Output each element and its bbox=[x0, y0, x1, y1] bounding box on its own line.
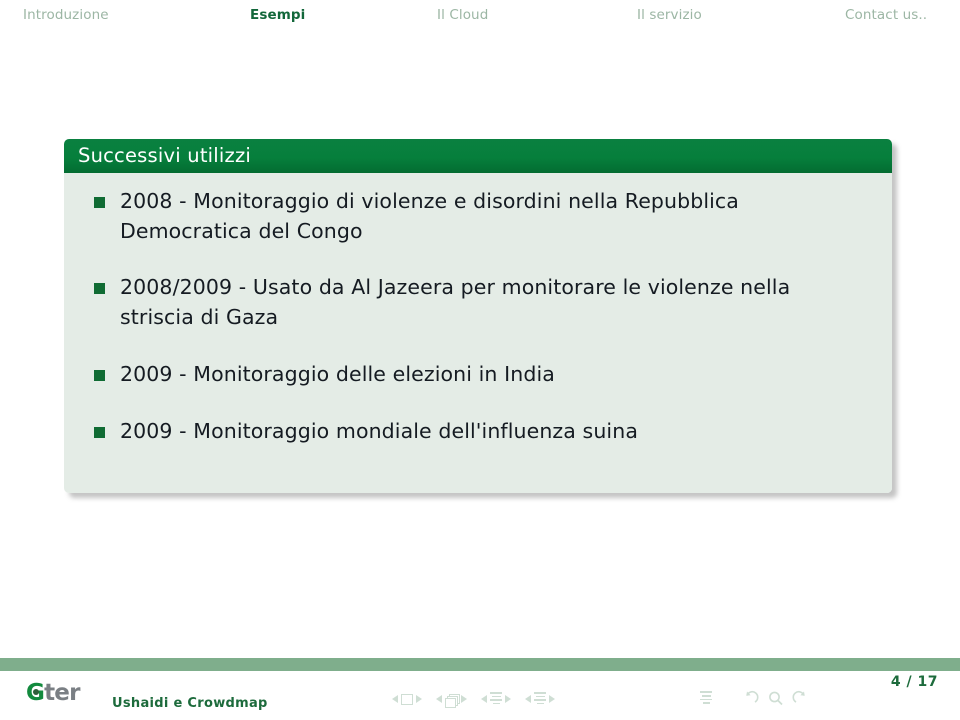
page-number: 4 / 17 bbox=[890, 674, 938, 690]
presentation-title: Ushaidi e Crowdmap bbox=[112, 696, 268, 711]
header-navigation: Introduzione Esempi Il Cloud Il servizio… bbox=[0, 0, 960, 30]
bullet-square-icon bbox=[94, 283, 105, 295]
bullet-square-icon bbox=[94, 369, 105, 381]
nav-item-il-cloud[interactable]: Il Cloud bbox=[437, 7, 488, 23]
section-icon[interactable] bbox=[534, 692, 546, 706]
prev-slide-arrow-icon[interactable] bbox=[392, 695, 398, 704]
bullet-square-icon bbox=[94, 197, 105, 208]
next-slide-arrow-icon[interactable] bbox=[416, 695, 422, 704]
nav-item-il-servizio[interactable]: Il servizio bbox=[637, 7, 702, 23]
next-subsection-arrow-icon[interactable] bbox=[505, 695, 511, 704]
list-item: 2008/2009 - Usato da Al Jazeera per moni… bbox=[86, 273, 870, 332]
section-nav-group bbox=[525, 692, 555, 706]
prev-section-arrow-icon[interactable] bbox=[525, 695, 531, 704]
prev-subsection-arrow-icon[interactable] bbox=[481, 695, 487, 704]
beamer-navigation-symbols bbox=[392, 692, 562, 708]
list-item-text: 2008/2009 - Usato da Al Jazeera per moni… bbox=[120, 275, 791, 330]
next-frame-arrow-icon[interactable] bbox=[461, 695, 467, 704]
slide-nav-group bbox=[392, 693, 422, 705]
frames-icon[interactable] bbox=[445, 693, 460, 708]
slide-icon[interactable] bbox=[401, 693, 413, 705]
logo-g-glyph: G bbox=[26, 680, 45, 706]
list-item: 2009 - Monitoraggio mondiale dell'influe… bbox=[86, 417, 870, 447]
nav-item-esempi[interactable]: Esempi bbox=[250, 7, 305, 23]
list-item: 2008 - Monitoraggio di violenze e disord… bbox=[86, 187, 870, 246]
logo-ter-text: ter bbox=[44, 680, 80, 706]
nav-item-contact-us[interactable]: Contact us.. bbox=[845, 7, 927, 23]
document-icon[interactable] bbox=[700, 691, 712, 705]
nav-item-introduzione[interactable]: Introduzione bbox=[23, 7, 109, 23]
forward-icon[interactable] bbox=[792, 690, 809, 707]
list-item-text: 2008 - Monitoraggio di violenze e disord… bbox=[120, 189, 739, 243]
next-section-arrow-icon[interactable] bbox=[549, 695, 555, 704]
back-icon[interactable] bbox=[742, 690, 759, 707]
gter-logo: Gter bbox=[26, 682, 80, 705]
subsection-icon[interactable] bbox=[490, 692, 502, 706]
footer-separator-bar bbox=[0, 658, 960, 671]
search-icon[interactable] bbox=[767, 690, 784, 707]
bullet-list: 2008 - Monitoraggio di violenze e disord… bbox=[86, 187, 870, 446]
subsection-nav-group bbox=[481, 692, 511, 706]
content-block: Successivi utilizzi 2008 - Monitoraggio … bbox=[64, 139, 892, 493]
block-title: Successivi utilizzi bbox=[64, 139, 892, 173]
list-item: 2009 - Monitoraggio delle elezioni in In… bbox=[86, 360, 870, 390]
list-item-text: 2009 - Monitoraggio delle elezioni in In… bbox=[120, 361, 555, 386]
beamer-document-controls bbox=[700, 690, 809, 707]
list-item-text: 2009 - Monitoraggio mondiale dell'influe… bbox=[120, 418, 638, 443]
block-body: 2008 - Monitoraggio di violenze e disord… bbox=[64, 173, 892, 493]
frame-nav-group bbox=[436, 693, 467, 708]
bullet-square-icon bbox=[94, 426, 105, 438]
prev-frame-arrow-icon[interactable] bbox=[436, 695, 442, 704]
